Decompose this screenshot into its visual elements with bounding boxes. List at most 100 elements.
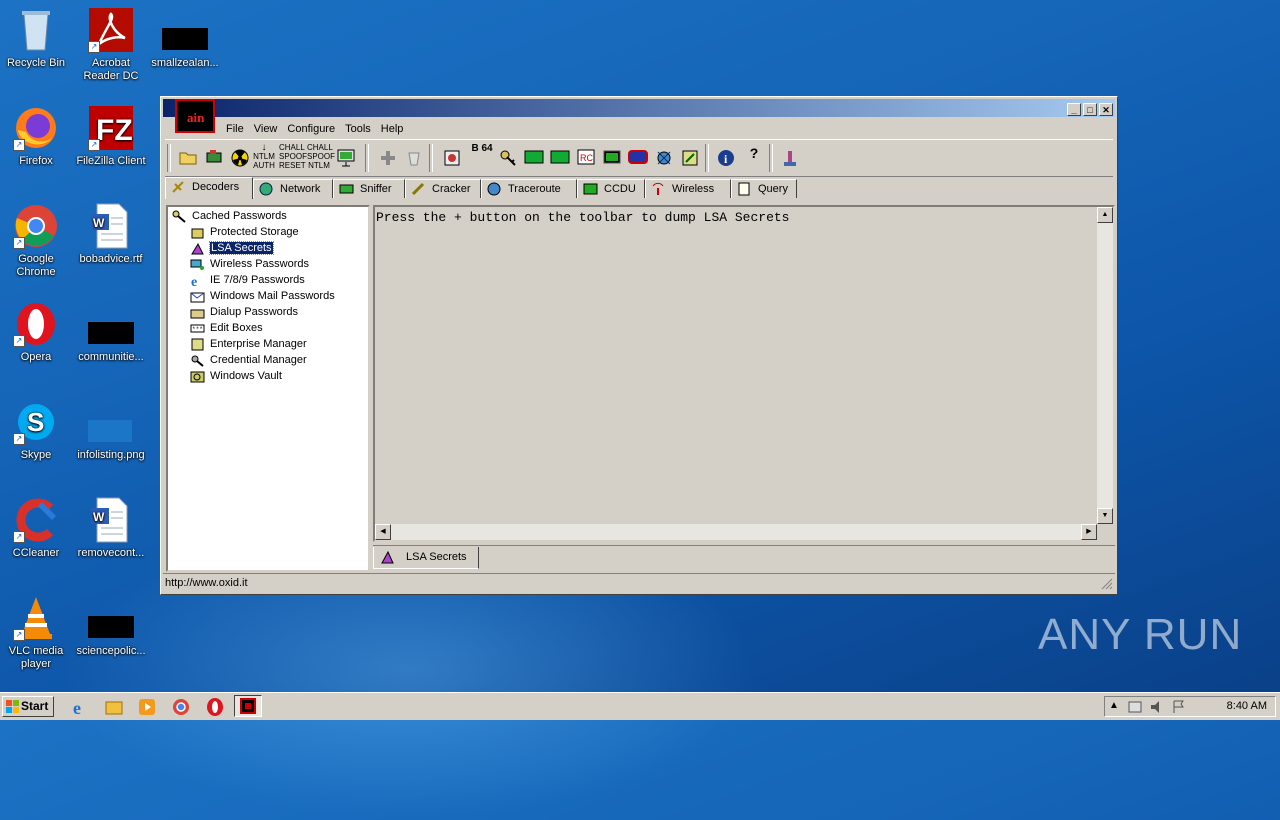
tree-item-wireless-passwords[interactable]: Wireless Passwords: [188, 257, 309, 272]
terminal-icon[interactable]: [601, 149, 623, 169]
recycle-icon[interactable]: [403, 149, 425, 169]
tab-decoders[interactable]: Decoders: [165, 177, 253, 199]
desktop-icon-label: FileZilla Client: [76, 155, 146, 167]
taskbar: Start e ▲ 8:40 AM: [0, 692, 1280, 720]
close-button[interactable]: ✕: [1099, 103, 1113, 116]
tree-item-windows-mail-passwords[interactable]: Windows Mail Passwords: [188, 289, 335, 304]
desktop-icon-bobadvice[interactable]: W bobadvice.rtf: [73, 202, 149, 266]
menu-configure[interactable]: Configure: [282, 121, 340, 137]
tab-ccdu[interactable]: CCDU: [577, 179, 645, 198]
desktop-icon-communitie[interactable]: communitie...: [73, 300, 149, 364]
tab-traceroute[interactable]: Traceroute: [481, 179, 577, 198]
help-icon[interactable]: ?: [743, 146, 765, 169]
desktop-icon-recycle-bin[interactable]: Recycle Bin: [0, 6, 74, 70]
subtab-lsa-secrets[interactable]: LSA Secrets: [373, 547, 479, 569]
lsa-secrets-icon: [380, 550, 395, 564]
radiation-icon[interactable]: [229, 149, 251, 169]
desktop-icon-firefox[interactable]: ↗ Firefox: [0, 104, 74, 168]
sign-icon[interactable]: [679, 149, 701, 169]
start-button[interactable]: Start: [2, 696, 54, 717]
info-icon[interactable]: i: [715, 149, 737, 169]
tree-item-credential-manager[interactable]: Credential Manager: [188, 353, 307, 368]
desktop-icon-vlc[interactable]: ↗ VLC media player: [0, 594, 74, 671]
network-tray-icon[interactable]: [1171, 699, 1187, 718]
wireless-node-icon[interactable]: [653, 149, 675, 169]
vertical-scrollbar[interactable]: ▲ ▼: [1097, 207, 1113, 524]
volume-icon[interactable]: [1149, 699, 1165, 718]
menu-view[interactable]: View: [249, 121, 283, 137]
toolbar-separator: [769, 144, 773, 172]
acrobat-icon: ↗: [87, 6, 135, 54]
explorer-taskbar-icon[interactable]: [104, 697, 124, 717]
rc-icon[interactable]: RC: [575, 149, 597, 169]
tree-item-enterprise-manager[interactable]: Enterprise Manager: [188, 337, 307, 352]
clock[interactable]: 8:40 AM: [1227, 700, 1267, 712]
menu-help[interactable]: Help: [376, 121, 409, 137]
tree-root-label: Cached Passwords: [192, 210, 287, 222]
scroll-left-button[interactable]: ◀: [375, 524, 391, 540]
desktop-icon-infolisting[interactable]: infolisting.png: [73, 398, 149, 462]
results-pane[interactable]: Press the + button on the toolbar to dum…: [373, 205, 1115, 542]
decoders-tree[interactable]: Cached Passwords Protected Storage LSA S…: [166, 205, 370, 572]
hash-calc-icon[interactable]: [523, 149, 545, 169]
action-center-icon[interactable]: [1127, 699, 1143, 718]
tool-icon[interactable]: [779, 149, 801, 169]
ie-taskbar-icon[interactable]: e: [70, 697, 90, 718]
opera-taskbar-icon[interactable]: [205, 697, 225, 717]
monitor-icon[interactable]: [335, 149, 357, 169]
tree-item-ie-passwords[interactable]: e IE 7/8/9 Passwords: [188, 273, 305, 290]
maximize-button[interactable]: □: [1083, 103, 1097, 116]
tab-network[interactable]: Network: [253, 179, 333, 198]
tree-root-cached-passwords[interactable]: Cached Passwords: [170, 209, 287, 224]
tape-icon[interactable]: [627, 149, 649, 169]
tree-item-protected-storage[interactable]: Protected Storage: [188, 225, 299, 240]
tree-item-windows-vault[interactable]: Windows Vault: [188, 369, 282, 384]
chrome-taskbar-icon[interactable]: [171, 697, 191, 717]
tree-item-dialup-passwords[interactable]: Dialup Passwords: [188, 305, 298, 320]
ntlm-auth-icon[interactable]: ↓ NTLM AUTH: [253, 143, 275, 171]
desktop-icon-ccleaner[interactable]: ↗ CCleaner: [0, 496, 74, 560]
network-card-icon[interactable]: [203, 149, 225, 169]
desktop-icon-opera[interactable]: ↗ Opera: [0, 300, 74, 364]
menu-bar: File View Configure Tools Help: [221, 121, 408, 137]
resize-grip-icon[interactable]: [1101, 578, 1113, 590]
horizontal-scrollbar[interactable]: ◀ ▶: [375, 524, 1097, 540]
scroll-right-button[interactable]: ▶: [1081, 524, 1097, 540]
desktop-icon-acrobat[interactable]: ↗ Acrobat Reader DC: [73, 6, 149, 83]
tab-query[interactable]: Query: [731, 179, 797, 198]
open-folder-icon[interactable]: [177, 149, 199, 169]
tree-item-label: Windows Vault: [210, 370, 282, 382]
scroll-up-button[interactable]: ▲: [1097, 207, 1113, 223]
tree-item-lsa-secrets[interactable]: LSA Secrets: [188, 241, 274, 256]
chall-spoof-ntlm-icon[interactable]: CHALL SPOOF NTLM: [307, 143, 335, 170]
cain-taskbar-button[interactable]: [234, 695, 262, 717]
certificate-icon[interactable]: [441, 149, 463, 169]
add-icon[interactable]: [377, 149, 399, 169]
svg-text:RC: RC: [580, 153, 593, 163]
chall-spoof-reset-icon[interactable]: CHALL SPOOF RESET: [279, 143, 307, 170]
tab-cracker[interactable]: Cracker: [405, 179, 481, 198]
desktop-icon-smallzealan[interactable]: smallzealan...: [147, 6, 223, 70]
media-player-taskbar-icon[interactable]: [137, 697, 157, 717]
scroll-down-button[interactable]: ▼: [1097, 508, 1113, 524]
app-logo-text: ain: [187, 110, 205, 125]
menu-tools[interactable]: Tools: [340, 121, 376, 137]
tray-expand-icon[interactable]: ▲: [1109, 700, 1119, 711]
desktop-icon-removecont[interactable]: W removecont...: [73, 496, 149, 560]
tree-item-label: Edit Boxes: [210, 322, 263, 334]
tree-item-edit-boxes[interactable]: *** Edit Boxes: [188, 321, 263, 336]
base64-icon[interactable]: B 64: [471, 144, 493, 164]
desktop-icon-label: Recycle Bin: [6, 57, 66, 69]
hash-calc-2-icon[interactable]: [549, 149, 571, 169]
title-bar[interactable]: _ □ ✕: [163, 99, 1115, 117]
tab-sniffer[interactable]: Sniffer: [333, 179, 405, 198]
desktop-icon-filezilla[interactable]: FZ ↗ FileZilla Client: [73, 104, 149, 168]
desktop-icon-sciencepolic[interactable]: sciencepolic...: [73, 594, 149, 658]
desktop-icon-skype[interactable]: S ↗ Skype: [0, 398, 74, 462]
menu-file[interactable]: File: [221, 121, 249, 137]
tab-wireless[interactable]: Wireless: [645, 179, 731, 198]
desktop-icon-chrome[interactable]: ↗ Google Chrome: [0, 202, 74, 279]
toolbar-grip: [167, 144, 171, 172]
key-icon[interactable]: [497, 149, 519, 169]
minimize-button[interactable]: _: [1067, 103, 1081, 116]
